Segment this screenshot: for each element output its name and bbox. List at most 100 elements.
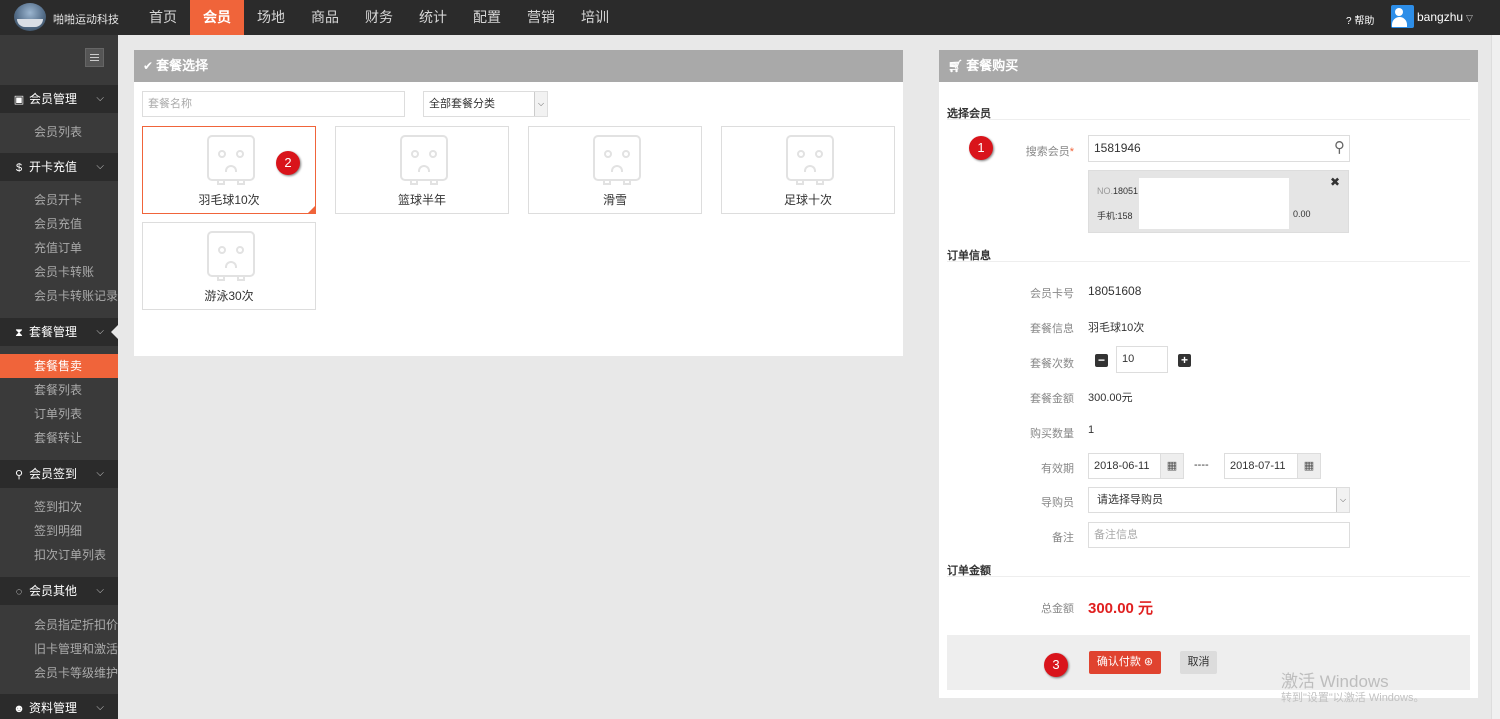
package-count-label: 套餐次数	[1030, 358, 1074, 370]
package-count-input[interactable]: 10	[1116, 346, 1168, 373]
package-info-value: 羽毛球10次	[1088, 322, 1145, 334]
sidebar-item-recharge[interactable]: 会员充值	[0, 212, 118, 236]
sidebar-group-member-manage[interactable]: ▣ 会员管理 ⌵	[0, 85, 118, 113]
package-search-input[interactable]: 套餐名称	[142, 91, 405, 117]
sidebar-group-label: 开卡充值	[29, 160, 78, 174]
sidebar-group-label: 会员签到	[29, 467, 78, 481]
search-icon[interactable]: ⚲	[1334, 136, 1345, 160]
sidebar-item-package-sale[interactable]: 套餐售卖	[0, 354, 118, 378]
package-select-panel: ✔ 套餐选择 套餐名称 全部套餐分类 ⌵ 羽毛球10次 篮球半年 滑雪 足球十次 游…	[134, 50, 903, 356]
package-info-label: 套餐信息	[1030, 323, 1074, 335]
divider	[947, 119, 1470, 120]
check-icon: ✔	[143, 59, 154, 73]
plus-icon[interactable]: +	[1178, 354, 1191, 367]
step-marker-3: 3	[1044, 653, 1068, 677]
sidebar-item-old-card[interactable]: 旧卡管理和激活	[0, 637, 118, 661]
sidebar-item-open-card[interactable]: 会员开卡	[0, 188, 118, 212]
nav-member[interactable]: 会员	[190, 0, 244, 35]
close-icon[interactable]: ✖	[1330, 175, 1340, 189]
help-link[interactable]: ? 帮助	[1346, 12, 1374, 27]
nav-home[interactable]: 首页	[136, 0, 190, 35]
sidebar-item-order-list[interactable]: 订单列表	[0, 402, 118, 426]
quantity-value: 1	[1088, 424, 1095, 436]
step-marker-2: 2	[276, 151, 300, 175]
help-label: 帮助	[1354, 16, 1375, 27]
sidebar-toggle-icon[interactable]	[85, 48, 104, 67]
page-scrollbar[interactable]	[1491, 35, 1500, 719]
member-search-input[interactable]: 1581946 ⚲	[1088, 135, 1350, 162]
nav-marketing[interactable]: 营销	[514, 0, 568, 35]
chevron-down-icon: ⌵	[96, 585, 104, 596]
top-navbar: 啪啪运动科技 首页 会员 场地 商品 财务 统计 配置 营销 培训 ? 帮助 b…	[0, 0, 1500, 35]
package-name: 游泳30次	[204, 289, 254, 303]
nav-training[interactable]: 培训	[568, 0, 622, 35]
sidebar-group-data-manage[interactable]: ☻ 资料管理 ⌵	[0, 694, 118, 719]
package-category-select[interactable]: 全部套餐分类 ⌵	[423, 91, 548, 117]
sidebar-item-package-list[interactable]: 套餐列表	[0, 378, 118, 402]
package-amount-label: 套餐金额	[1030, 393, 1074, 405]
nav-config[interactable]: 配置	[460, 0, 514, 35]
placeholder-image-icon	[207, 231, 255, 281]
sidebar: ▣ 会员管理 ⌵ 会员列表 $ 开卡充值 ⌵ 会员开卡 会员充值 充值订单 会员卡转账 …	[0, 35, 118, 719]
package-name: 足球十次	[783, 193, 832, 207]
brand-logo[interactable]	[14, 3, 46, 31]
user-avatar-icon[interactable]	[1391, 5, 1414, 28]
remark-input[interactable]: 备注信息	[1088, 522, 1350, 548]
calendar-icon[interactable]: ▦	[1297, 454, 1320, 478]
sidebar-item-card-transfer[interactable]: 会员卡转账	[0, 260, 118, 284]
chevron-down-icon: ⌵	[96, 468, 104, 479]
action-bar: 3 确认付款 ⊛ 取消	[947, 635, 1470, 690]
sales-guide-label: 导购员	[1041, 497, 1074, 509]
member-card-no: NO.18051	[1097, 186, 1139, 196]
brand-name: 啪啪运动科技	[53, 14, 119, 26]
package-card[interactable]: 篮球半年	[335, 126, 509, 214]
sidebar-item-checkin-deduct[interactable]: 签到扣次	[0, 495, 118, 519]
valid-from-input[interactable]: 2018-06-11 ▦	[1088, 453, 1184, 479]
sidebar-item-discount-price[interactable]: 会员指定折扣价	[0, 613, 118, 637]
arrow-circle-right-icon: ⊛	[1143, 656, 1154, 668]
sidebar-item-transfer-records[interactable]: 会员卡转账记录	[0, 284, 118, 308]
package-card[interactable]: 足球十次	[721, 126, 895, 214]
sidebar-group-label: 资料管理	[29, 701, 78, 715]
package-card[interactable]: 滑雪	[528, 126, 702, 214]
divider	[947, 261, 1470, 262]
package-card[interactable]: 游泳30次	[142, 222, 316, 310]
date-separator: ----	[1194, 459, 1209, 471]
card-no-value: 18051608	[1088, 284, 1142, 298]
card-no-label: 会员卡号	[1030, 288, 1074, 300]
sidebar-item-checkin-detail[interactable]: 签到明细	[0, 519, 118, 543]
package-purchase-header: 🛒︎ 套餐购买	[939, 50, 1478, 82]
chevron-down-icon: ▽	[1466, 13, 1473, 23]
user-menu[interactable]: bangzhu ▽	[1417, 10, 1473, 24]
question-circle-icon: ?	[1346, 16, 1352, 27]
cancel-button[interactable]: 取消	[1180, 651, 1217, 674]
sidebar-item-recharge-orders[interactable]: 充值订单	[0, 236, 118, 260]
sidebar-item-card-level[interactable]: 会员卡等级维护	[0, 661, 118, 685]
confirm-payment-button[interactable]: 确认付款 ⊛	[1089, 651, 1161, 674]
calendar-icon[interactable]: ▦	[1160, 454, 1183, 478]
minus-icon[interactable]: −	[1095, 354, 1108, 367]
nav-goods[interactable]: 商品	[298, 0, 352, 35]
sidebar-group-package-manage[interactable]: ⧗ 套餐管理 ⌵	[0, 318, 118, 346]
chevron-down-icon: ⌵	[534, 92, 547, 116]
member-balance: 0.00	[1293, 209, 1311, 219]
valid-to-input[interactable]: 2018-07-11 ▦	[1224, 453, 1321, 479]
nav-stats[interactable]: 统计	[406, 0, 460, 35]
package-name: 滑雪	[602, 193, 627, 207]
sidebar-group-checkin[interactable]: ⚲ 会员签到 ⌵	[0, 460, 118, 488]
sales-guide-select[interactable]: 请选择导购员 ⌵	[1088, 487, 1350, 513]
divider	[947, 576, 1470, 577]
windows-activation-hint: 转到"设置"以激活 Windows。	[1281, 692, 1425, 704]
sidebar-item-deduct-orders[interactable]: 扣次订单列表	[0, 543, 118, 567]
sidebar-item-member-list[interactable]: 会员列表	[0, 120, 118, 144]
sidebar-group-label: 套餐管理	[29, 325, 78, 339]
nav-venue[interactable]: 场地	[244, 0, 298, 35]
nav-finance[interactable]: 财务	[352, 0, 406, 35]
placeholder-image-icon	[786, 135, 834, 185]
chevron-down-icon: ⌵	[96, 93, 104, 104]
panel-title: 套餐购买	[966, 58, 1019, 73]
package-name: 羽毛球10次	[198, 193, 260, 207]
sidebar-group-card-recharge[interactable]: $ 开卡充值 ⌵	[0, 153, 118, 181]
sidebar-item-package-transfer[interactable]: 套餐转让	[0, 426, 118, 450]
sidebar-group-member-other[interactable]: ◌ 会员其他 ⌵	[0, 577, 118, 605]
